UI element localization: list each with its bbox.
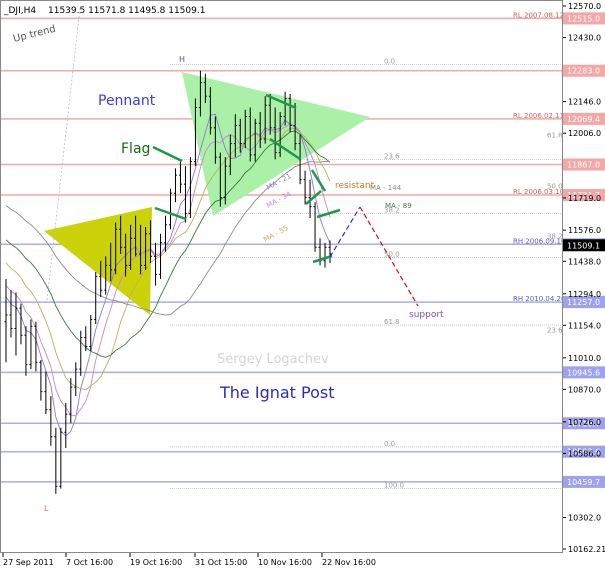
chart-background xyxy=(0,0,605,570)
y-tick-label-2: 12146.0 xyxy=(568,98,601,107)
y-tick-label-13: 10302.0 xyxy=(568,513,601,522)
level-price-6: 11257.0 xyxy=(567,298,600,307)
level-price-0: 12515.0 xyxy=(567,14,600,23)
current-price-label: 11509.1 xyxy=(567,241,600,250)
fib-label-0: 0.0 xyxy=(384,58,395,66)
fib-small-label-3: 23.6 xyxy=(547,327,563,335)
y-tick-label-0: 12570.0 xyxy=(568,2,601,11)
y-tick-label-7: 11294.0 xyxy=(568,290,601,299)
fib-small-label-1: 50.0 xyxy=(547,183,563,191)
y-tick-label-3: 12006.0 xyxy=(568,129,601,138)
level-price-3: 11867.0 xyxy=(567,161,600,170)
level-label-0: RL 2007.08.12 xyxy=(513,11,564,19)
fib-label-6: 100.0 xyxy=(384,482,404,490)
y-tick-label-4: 11719.0 xyxy=(568,194,601,203)
x-tick-label-4: 10 Nov 16:00 xyxy=(258,558,312,567)
x-tick-label-1: 7 Oct 16:00 xyxy=(66,558,113,567)
low-marker: L xyxy=(44,504,49,513)
flag-label: Flag xyxy=(121,141,150,157)
fib-small-label-2: 38.2 xyxy=(547,232,563,240)
y-tick-label-14: 10162.21 xyxy=(568,545,605,554)
ma-label-1: MA - 89 xyxy=(385,202,412,210)
x-tick-label-3: 31 Oct 15:00 xyxy=(195,558,247,567)
level-price-2: 12069.4 xyxy=(567,115,600,124)
x-tick-label-5: 22 Nov 16:00 xyxy=(322,558,376,567)
fib-small-label-0: 61.8 xyxy=(547,131,563,139)
level-price-10: 10459.7 xyxy=(567,478,600,487)
resistant-label: resistant xyxy=(335,181,375,191)
level-price-7: 10945.6 xyxy=(567,368,600,377)
level-label-2: RL 2006.02.11 xyxy=(513,112,564,120)
fib-label-5: 0.0 xyxy=(384,440,395,448)
pennant-label: Pennant xyxy=(98,93,156,109)
support-label: support xyxy=(409,310,444,320)
x-tick-label-0: 27 Sep 2011 xyxy=(3,558,54,567)
level-price-1: 12283.0 xyxy=(567,67,600,76)
y-tick-label-11: 10726.0 xyxy=(568,418,601,427)
author-watermark: Sergey Logachev xyxy=(217,352,329,367)
y-tick-label-6: 11438.0 xyxy=(568,257,601,266)
ohlc-readout: 11539.5 11571.8 11495.8 11509.1 xyxy=(48,6,205,16)
y-tick-label-9: 11010.0 xyxy=(568,354,601,363)
y-tick-label-5: 11576.0 xyxy=(568,226,601,235)
ma-label-0: MA - 144 xyxy=(370,184,402,192)
symbol-title: _DJI,H4 xyxy=(3,6,36,16)
price-chart[interactable]: RL 2007.08.12RL 2006.02.11RL 2006.03.10R… xyxy=(0,0,605,570)
chart-window: RL 2007.08.12 RL 2006.02.11 RL 2006.03.10 R… xyxy=(0,0,605,570)
fib-label-1: 23.6 xyxy=(384,152,400,160)
high-marker: H xyxy=(179,55,185,64)
y-tick-label-10: 10870.0 xyxy=(568,385,601,394)
y-tick-label-12: 10586.0 xyxy=(568,449,601,458)
y-tick-label-1: 12430.0 xyxy=(568,34,601,43)
x-tick-label-2: 19 Oct 16:00 xyxy=(130,558,182,567)
fib-label-4: 61.8 xyxy=(384,318,400,326)
post-title: The Ignat Post xyxy=(219,383,335,402)
y-tick-label-8: 11154.0 xyxy=(568,321,601,330)
